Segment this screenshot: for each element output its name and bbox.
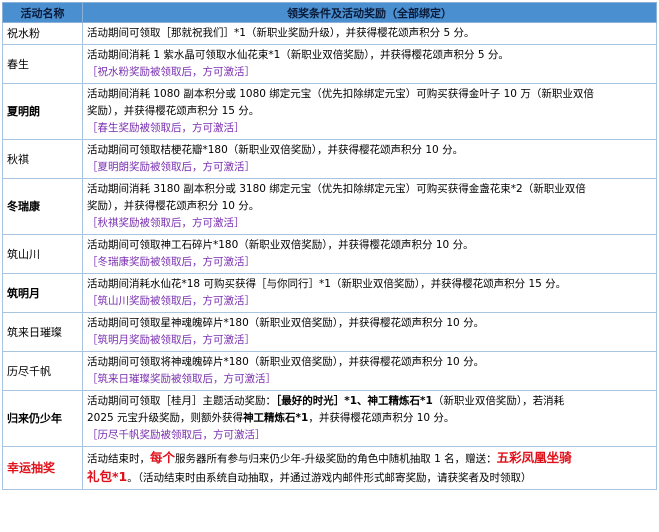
condition-line: 活动期间消耗 3180 副本积分或 3180 绑定元宝（优先扣除绑定元宝）可购买… [87, 183, 586, 195]
condition-text: （新职业双倍奖励），若消耗 [432, 395, 565, 407]
prize-highlight: 礼包*1 [87, 469, 128, 484]
activity-name: 夏明朗 [2, 83, 83, 140]
activity-name: 秋祺 [2, 139, 83, 179]
condition-line: 2025 元宝升级奖励，则额外获得神工精炼石*1，并获得樱花颂声积分 10 分。 [87, 410, 652, 427]
condition-text: ，并获得樱花颂声积分 10 分。 [308, 412, 455, 424]
activity-name: 幸运抽奖 [2, 446, 83, 490]
unlock-note: ［筑明月奖励被领取后，方可激活］ [87, 334, 255, 346]
unlock-note: ［秋祺奖励被领取后，方可激活］ [87, 217, 245, 229]
condition-line: 活动期间可领取桔梗花瓣*180（新职业双倍奖励），并获得樱花颂声积分 10 分。 [87, 144, 464, 156]
condition-text: 活动期间可领取［桂月］主题活动奖励： [87, 395, 276, 407]
table-row: 祝水粉 活动期间可领取［那就祝我们］*1（新职业奖励升级），并获得樱花颂声积分 … [2, 22, 657, 45]
activity-conditions: 活动期间消耗 1080 副本积分或 1080 绑定元宝（优先扣除绑定元宝）可购买… [82, 83, 657, 140]
condition-line: 活动期间可领取神工石碎片*180（新职业双倍奖励），并获得樱花颂声积分 10 分… [87, 239, 474, 251]
table-header-row: 活动名称 领奖条件及活动奖励（全部绑定） [2, 2, 657, 23]
reward-highlight: 神工精炼石*1 [243, 412, 309, 424]
activity-conditions: 活动期间可领取星神魂魄碎片*180（新职业双倍奖励），并获得樱花颂声积分 10 … [82, 312, 657, 352]
condition-line: 活动期间消耗水仙花*18 可购买获得［与你同行］*1（新职业双倍奖励），并获得樱… [87, 278, 567, 290]
activity-conditions: 活动期间可领取将神魂魄碎片*180（新职业双倍奖励），并获得樱花颂声积分 10 … [82, 351, 657, 391]
table-row: 幸运抽奖 活动结束时，每个服务器所有参与归来仍少年-升级奖励的角色中随机抽取 1… [2, 446, 657, 490]
activity-conditions: 活动期间可领取神工石碎片*180（新职业双倍奖励），并获得樱花颂声积分 10 分… [82, 234, 657, 274]
activity-name: 筑明月 [2, 273, 83, 313]
table-row: 秋祺 活动期间可领取桔梗花瓣*180（新职业双倍奖励），并获得樱花颂声积分 10… [2, 139, 657, 179]
activity-name: 筑来日璀璨 [2, 312, 83, 352]
table-row: 春生 活动期间消耗 1 紫水晶可领取水仙花束*1（新职业双倍奖励），并获得樱花颂… [2, 44, 657, 84]
unlock-note: ［历尽千帆奖励被领取后，方可激活］ [87, 429, 266, 441]
header-conditions-rewards: 领奖条件及活动奖励（全部绑定） [82, 2, 657, 23]
activity-conditions: 活动期间可领取［那就祝我们］*1（新职业奖励升级），并获得樱花颂声积分 5 分。 [82, 22, 657, 45]
activity-name: 祝水粉 [2, 22, 83, 45]
activity-conditions: 活动期间消耗 1 紫水晶可领取水仙花束*1（新职业双倍奖励），并获得樱花颂声积分… [82, 44, 657, 84]
condition-text: 服务器所有参与归来仍少年-升级奖励的角色中随机抽取 1 名，赠送： [175, 453, 497, 465]
reward-highlight: ［最好的时光］*1、神工精炼石*1 [276, 395, 433, 407]
condition-line: 活动期间消耗 1080 副本积分或 1080 绑定元宝（优先扣除绑定元宝）可购买… [87, 88, 594, 100]
table-row: 筑明月 活动期间消耗水仙花*18 可购买获得［与你同行］*1（新职业双倍奖励），… [2, 273, 657, 313]
condition-line: 活动期间可领取将神魂魄碎片*180（新职业双倍奖励），并获得樱花颂声积分 10 … [87, 356, 485, 368]
table-row: 冬瑞康 活动期间消耗 3180 副本积分或 3180 绑定元宝（优先扣除绑定元宝… [2, 178, 657, 235]
condition-text: 。（活动结束时由系统自动抽取，并通过游戏内邮件形式邮寄奖励，请获奖者及时领取） [127, 472, 532, 484]
table-row: 夏明朗 活动期间消耗 1080 副本积分或 1080 绑定元宝（优先扣除绑定元宝… [2, 83, 657, 140]
condition-line: 活动期间消耗 1 紫水晶可领取水仙花束*1（新职业双倍奖励），并获得樱花颂声积分… [87, 49, 509, 61]
activity-conditions: 活动期间消耗水仙花*18 可购买获得［与你同行］*1（新职业双倍奖励），并获得樱… [82, 273, 657, 313]
condition-text: 活动结束时， [87, 453, 150, 465]
unlock-note: ［春生奖励被领取后，方可激活］ [87, 122, 245, 134]
unlock-note: ［筑山川奖励被领取后，方可激活］ [87, 295, 255, 307]
unlock-note: ［夏明朗奖励被领取后，方可激活］ [87, 161, 255, 173]
activity-name: 春生 [2, 44, 83, 84]
condition-line: 奖励），并获得樱花颂声积分 15 分。 [87, 105, 260, 117]
prize-highlight: 五彩凤凰坐骑 [496, 450, 572, 465]
table-row: 历尽千帆 活动期间可领取将神魂魄碎片*180（新职业双倍奖励），并获得樱花颂声积… [2, 351, 657, 391]
activity-conditions: 活动期间可领取桔梗花瓣*180（新职业双倍奖励），并获得樱花颂声积分 10 分。… [82, 139, 657, 179]
table-row: 筑来日璀璨 活动期间可领取星神魂魄碎片*180（新职业双倍奖励），并获得樱花颂声… [2, 312, 657, 352]
activity-name: 归来仍少年 [2, 390, 83, 447]
condition-text: 2025 元宝升级奖励，则额外获得 [87, 412, 244, 424]
activity-conditions: 活动期间消耗 3180 副本积分或 3180 绑定元宝（优先扣除绑定元宝）可购买… [82, 178, 657, 235]
activity-conditions: 活动结束时，每个服务器所有参与归来仍少年-升级奖励的角色中随机抽取 1 名，赠送… [82, 446, 657, 490]
activity-name: 筑山川 [2, 234, 83, 274]
condition-line: 奖励），并获得樱花颂声积分 10 分。 [87, 200, 260, 212]
table-row: 筑山川 活动期间可领取神工石碎片*180（新职业双倍奖励），并获得樱花颂声积分 … [2, 234, 657, 274]
condition-line: 活动期间可领取星神魂魄碎片*180（新职业双倍奖励），并获得樱花颂声积分 10 … [87, 317, 485, 329]
highlight-text: 每个 [150, 450, 176, 465]
rewards-table: 活动名称 领奖条件及活动奖励（全部绑定） 祝水粉 活动期间可领取［那就祝我们］*… [2, 2, 657, 490]
unlock-note: ［筑来日璀璨奖励被领取后，方可激活］ [87, 373, 276, 385]
activity-conditions: 活动期间可领取［桂月］主题活动奖励：［最好的时光］*1、神工精炼石*1（新职业双… [82, 390, 657, 447]
condition-line: 活动期间可领取［那就祝我们］*1（新职业奖励升级），并获得樱花颂声积分 5 分。 [87, 27, 475, 39]
table-row: 归来仍少年 活动期间可领取［桂月］主题活动奖励：［最好的时光］*1、神工精炼石*… [2, 390, 657, 447]
activity-name: 历尽千帆 [2, 351, 83, 391]
unlock-note: ［冬瑞康奖励被领取后，方可激活］ [87, 256, 255, 268]
condition-line: 活动期间可领取［桂月］主题活动奖励：［最好的时光］*1、神工精炼石*1（新职业双… [87, 393, 652, 410]
header-activity-name: 活动名称 [2, 2, 83, 23]
activity-name: 冬瑞康 [2, 178, 83, 235]
unlock-note: ［祝水粉奖励被领取后，方可激活］ [87, 66, 255, 78]
